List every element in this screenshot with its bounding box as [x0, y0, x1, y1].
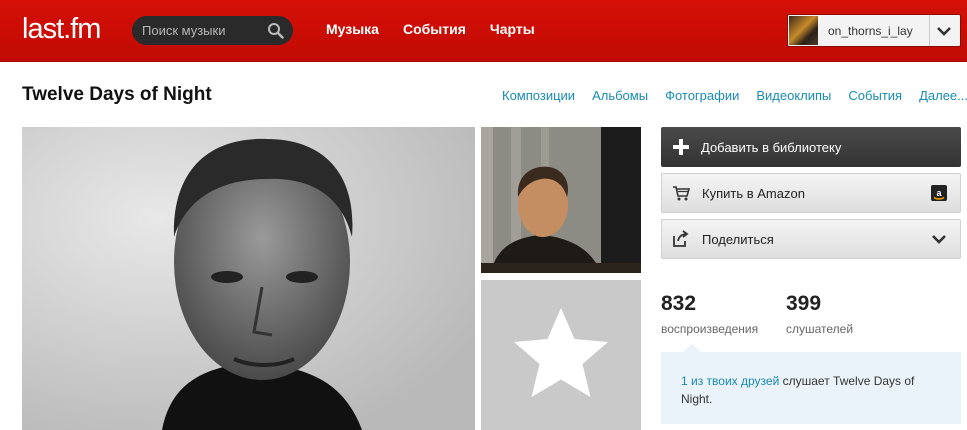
plus-icon	[673, 139, 689, 155]
friends-link[interactable]: 1 из твоих друзей	[681, 374, 779, 388]
nav-charts[interactable]: Чарты	[490, 21, 535, 37]
listeners-count: 399	[786, 292, 822, 315]
avatar[interactable]	[789, 16, 818, 45]
friends-listening-box: 1 из твоих друзей слушает Twelve Days of…	[661, 344, 961, 424]
artist-thumbnail-photo[interactable]	[481, 127, 641, 273]
friends-listening-text: 1 из твоих друзей слушает Twelve Days of…	[681, 372, 946, 408]
cart-icon	[673, 186, 690, 201]
chevron-down-icon[interactable]	[936, 23, 952, 39]
username[interactable]: on_thorns_i_lay	[828, 24, 913, 38]
photo-placeholder[interactable]	[481, 280, 641, 430]
share-icon	[673, 230, 689, 247]
tab-events[interactable]: События	[848, 88, 902, 103]
nav-events[interactable]: События	[403, 21, 466, 37]
user-menu[interactable]: on_thorns_i_lay	[787, 14, 961, 47]
search-input[interactable]	[142, 22, 262, 39]
chevron-down-icon[interactable]	[931, 231, 947, 247]
artist-thumbnail-image	[481, 127, 641, 273]
tab-albums[interactable]: Альбомы	[592, 88, 648, 103]
tab-videos[interactable]: Видеоклипы	[756, 88, 831, 103]
search-icon[interactable]	[267, 22, 284, 39]
amazon-icon: a	[931, 185, 947, 201]
artist-main-photo[interactable]	[22, 127, 475, 430]
share-label: Поделиться	[702, 232, 774, 247]
listeners-stat: 399 слушателей	[786, 292, 853, 336]
tab-more[interactable]: Далее...	[919, 88, 967, 103]
artist-title: Twelve Days of Night	[22, 84, 212, 105]
plays-label: воспроизведения	[661, 322, 759, 336]
tab-tracks[interactable]: Композиции	[502, 88, 575, 103]
lastfm-logo[interactable]: last.fm	[22, 14, 101, 44]
artist-page: last.fm Музыка События Чарты on_thorns_i…	[0, 0, 967, 430]
main-nav: Музыка События Чарты	[326, 21, 535, 37]
buy-amazon-label: Купить в Amazon	[702, 186, 805, 201]
share-button[interactable]: Поделиться	[661, 219, 961, 259]
artist-portrait-image	[22, 127, 475, 430]
star-icon	[514, 308, 608, 397]
listeners-label: слушателей	[786, 322, 854, 336]
callout-arrow	[683, 344, 701, 352]
artist-tabs: Композиции Альбомы Фотографии Видеоклипы…	[502, 88, 967, 103]
nav-music[interactable]: Музыка	[326, 21, 379, 37]
add-to-library-label: Добавить в библиотеку	[701, 140, 842, 155]
user-menu-divider	[929, 15, 930, 46]
plays-stat: 832 воспроизведения	[661, 292, 758, 336]
plays-count: 832	[661, 292, 697, 315]
tab-photos[interactable]: Фотографии	[665, 88, 739, 103]
buy-amazon-button[interactable]: Купить в Amazon a	[661, 173, 961, 213]
top-bar: last.fm Музыка События Чарты on_thorns_i…	[0, 0, 967, 62]
search-box[interactable]	[132, 16, 293, 45]
add-to-library-button[interactable]: Добавить в библиотеку	[661, 127, 961, 167]
